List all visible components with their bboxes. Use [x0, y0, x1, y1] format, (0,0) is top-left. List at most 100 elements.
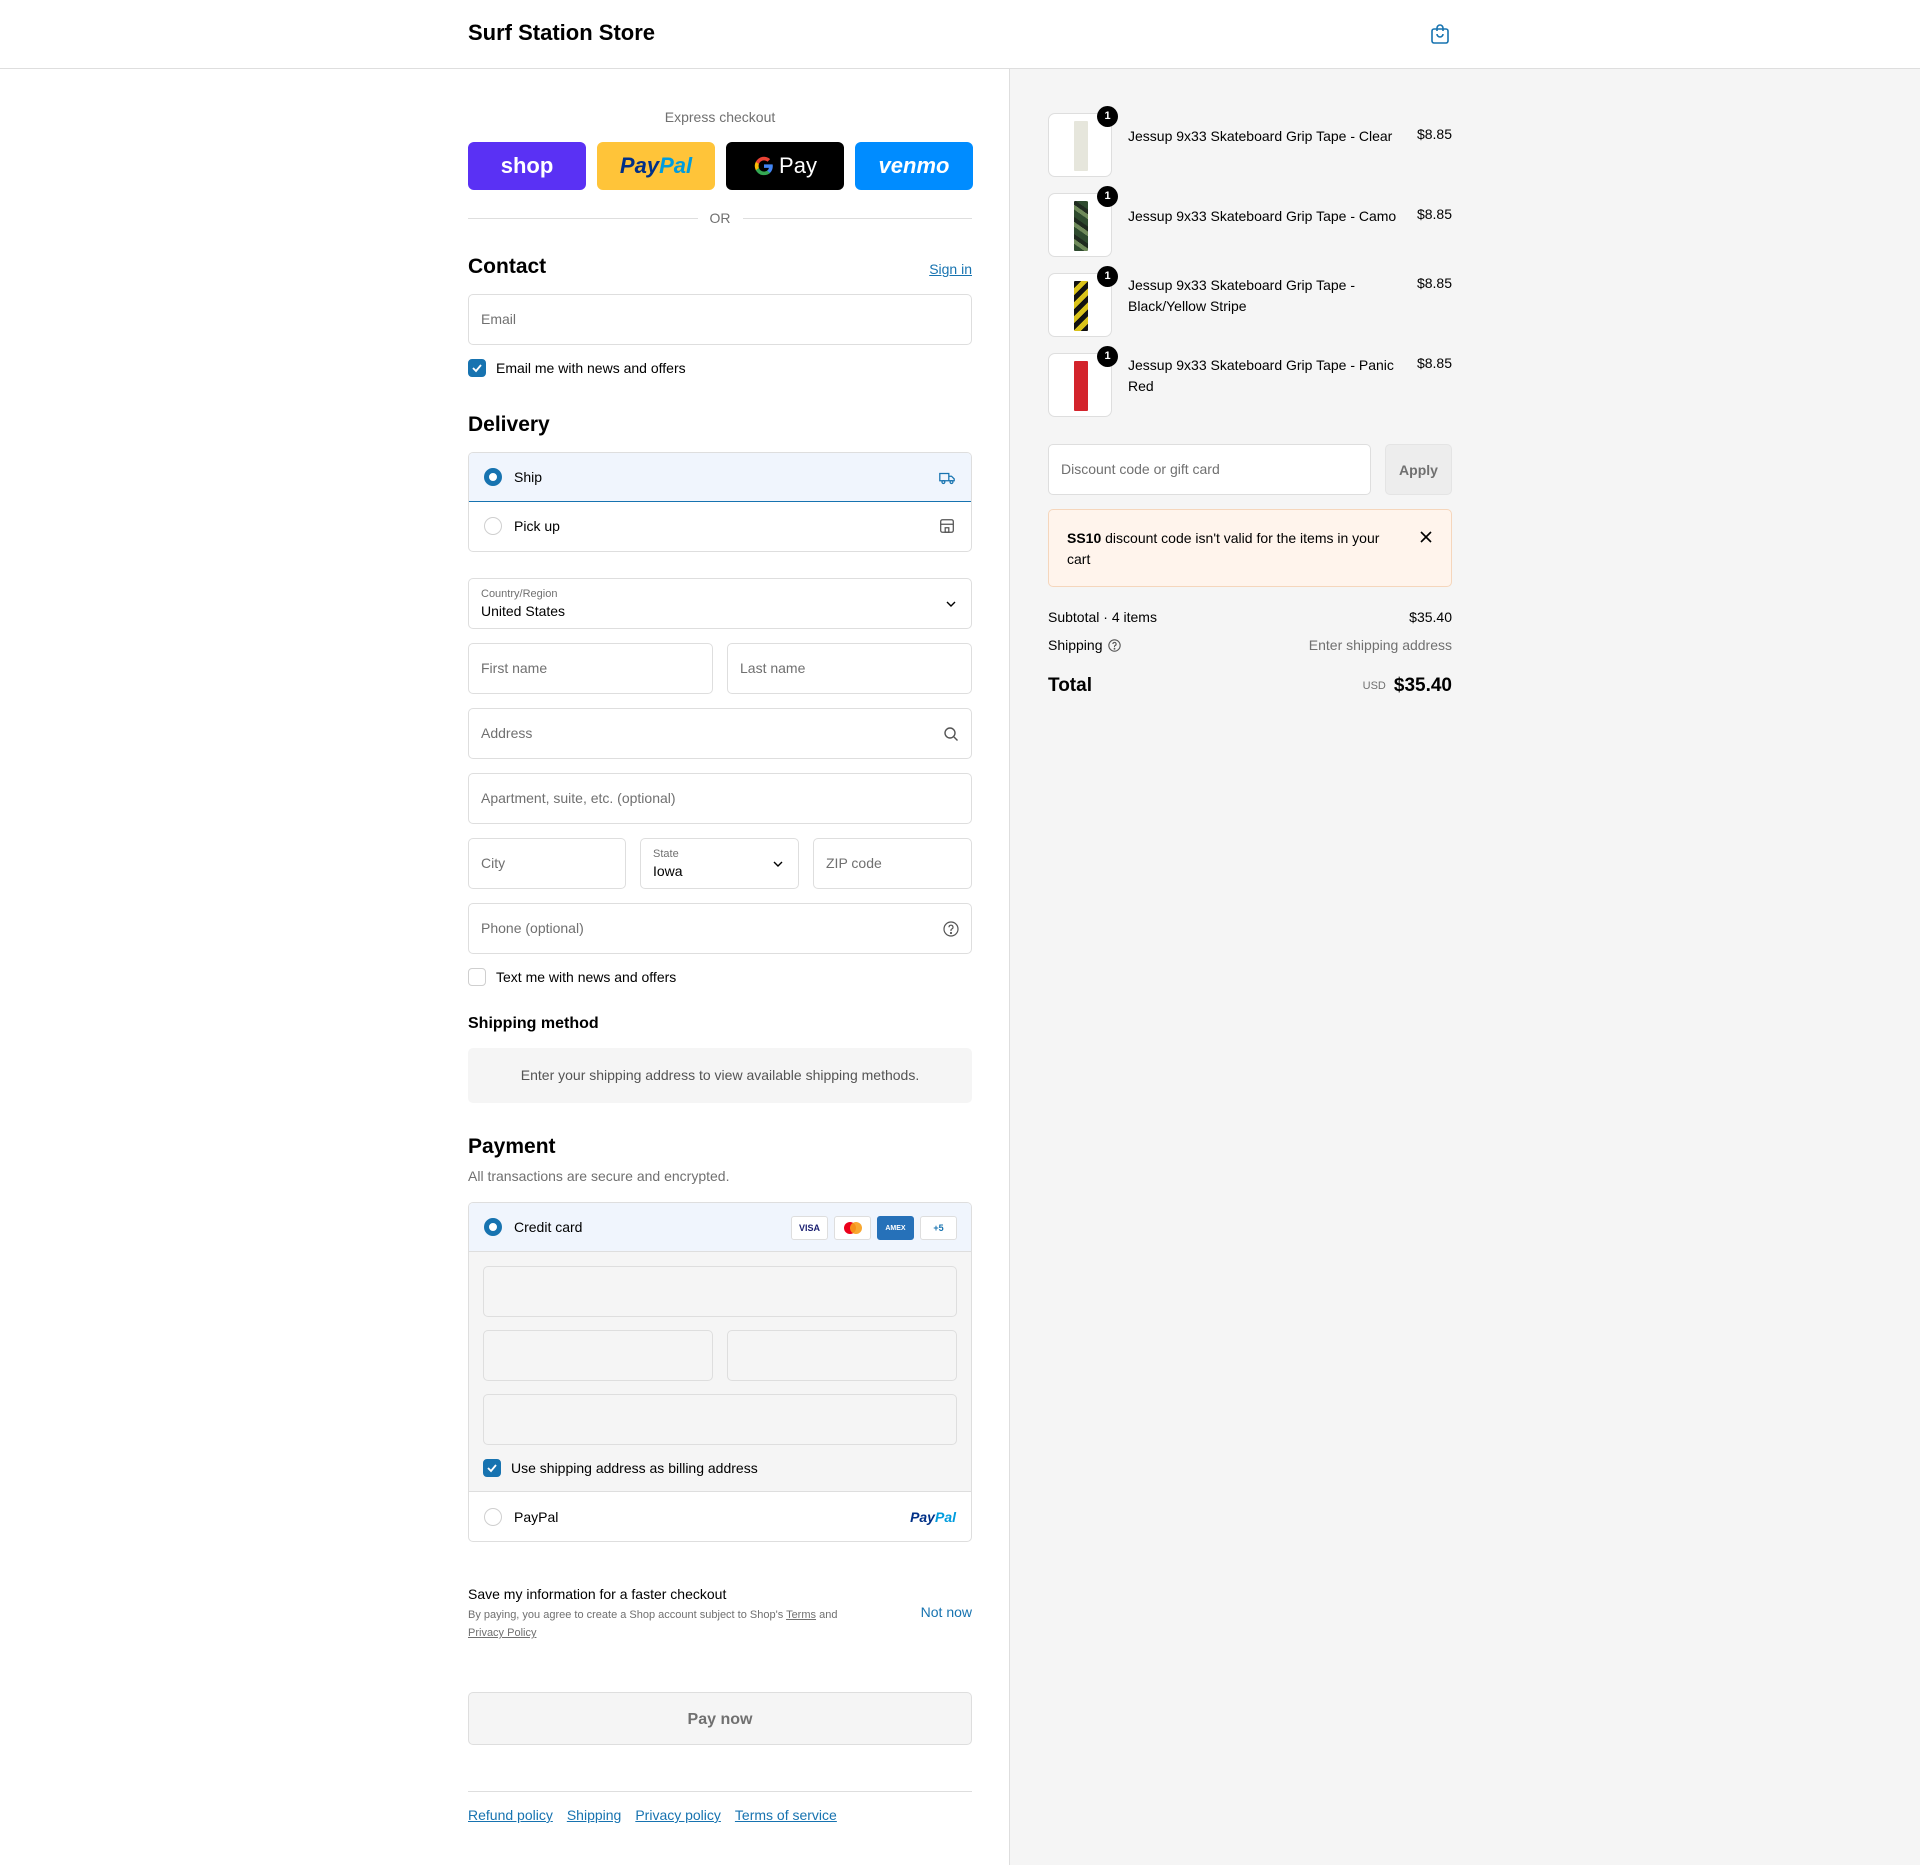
text-news-checkbox-row[interactable]: Text me with news and offers — [468, 968, 676, 986]
shop-terms-link[interactable]: Terms — [786, 1609, 816, 1621]
shipping-label: Shipping — [1048, 637, 1103, 653]
privacy-policy-link[interactable]: Privacy policy — [635, 1807, 721, 1823]
paypal-logo-pay: Pay — [619, 153, 660, 178]
discount-code-field[interactable]: Discount code or gift card — [1048, 444, 1371, 495]
product-name: Jessup 9x33 Skateboard Grip Tape - Clear — [1128, 128, 1393, 144]
apartment-field[interactable]: Apartment, suite, etc. (optional) — [468, 773, 972, 824]
credit-card-option[interactable]: Credit card VISA AMEX +5 — [469, 1203, 971, 1252]
city-field[interactable]: City — [468, 838, 626, 889]
state-label: State — [653, 848, 679, 860]
discount-placeholder: Discount code or gift card — [1061, 461, 1220, 477]
grip-tape-image — [1074, 201, 1088, 251]
close-icon[interactable] — [1419, 530, 1433, 544]
save-info-title: Save my information for a faster checkou… — [468, 1586, 727, 1602]
express-checkout-label: Express checkout — [664, 109, 776, 125]
last-name-field[interactable]: Last name — [727, 643, 972, 694]
google-g-icon — [754, 156, 773, 176]
credit-card-label: Credit card — [514, 1219, 583, 1235]
pay-now-button[interactable]: Pay now — [468, 1692, 972, 1745]
amex-icon: AMEX — [877, 1216, 914, 1240]
shop-privacy-link[interactable]: Privacy Policy — [468, 1627, 536, 1639]
ship-radio[interactable] — [484, 468, 502, 486]
paypal-logo-pal: Pal — [934, 1509, 956, 1525]
checkmark-icon — [487, 1464, 497, 1473]
text-news-label: Text me with news and offers — [496, 969, 677, 985]
pickup-radio[interactable] — [484, 517, 502, 535]
shipping-method-title: Shipping method — [468, 1015, 599, 1032]
not-now-link[interactable]: Not now — [921, 1604, 972, 1620]
total-row: Total USD $35.40 — [1048, 675, 1452, 697]
text-news-checkbox[interactable] — [468, 968, 486, 986]
city-placeholder: City — [481, 855, 506, 871]
shipping-method-info: Enter your shipping address to view avai… — [468, 1048, 972, 1103]
discount-code: SS10 — [1067, 530, 1102, 546]
first-name-field[interactable]: First name — [468, 643, 713, 694]
billing-address-label: Use shipping address as billing address — [511, 1460, 758, 1476]
billing-address-checkbox[interactable] — [483, 1459, 501, 1477]
alert-message: SS10 discount code isn't valid for the i… — [1067, 528, 1397, 570]
country-label: Country/Region — [481, 588, 558, 600]
pickup-option[interactable]: Pick up — [469, 501, 971, 551]
help-circle-icon[interactable] — [943, 921, 959, 937]
ship-option[interactable]: Ship — [469, 453, 971, 502]
more-cards-badge[interactable]: +5 — [920, 1216, 957, 1240]
shop-pay-button[interactable]: shop — [468, 142, 586, 190]
chevron-down-icon — [773, 861, 783, 867]
address-field[interactable]: Address — [468, 708, 972, 759]
phone-field[interactable]: Phone (optional) — [468, 903, 972, 954]
apply-discount-button[interactable]: Apply — [1385, 444, 1452, 495]
terms-of-service-link[interactable]: Terms of service — [735, 1807, 837, 1823]
zip-placeholder: ZIP code — [826, 855, 882, 871]
payment-subtitle: All transactions are secure and encrypte… — [468, 1168, 730, 1184]
quantity-badge: 1 — [1097, 266, 1118, 287]
search-icon — [944, 727, 958, 741]
product-name: Jessup 9x33 Skateboard Grip Tape - Black… — [1128, 277, 1355, 314]
email-news-checkbox[interactable] — [468, 359, 486, 377]
save-info-legal: By paying, you agree to create a Shop ac… — [468, 1606, 888, 1642]
ship-label: Ship — [514, 469, 543, 485]
expiry-field[interactable] — [483, 1330, 713, 1381]
product-name: Jessup 9x33 Skateboard Grip Tape - Panic… — [1128, 357, 1394, 394]
billing-address-checkbox-row[interactable]: Use shipping address as billing address — [483, 1459, 957, 1477]
first-name-placeholder: First name — [481, 660, 548, 676]
paypal-radio[interactable] — [484, 1507, 502, 1526]
paypal-button[interactable]: PayPal — [597, 142, 715, 190]
paypal-logo: PayPal — [620, 153, 692, 179]
email-field[interactable]: Email — [468, 294, 972, 345]
apartment-placeholder: Apartment, suite, etc. (optional) — [481, 790, 676, 806]
shipping-policy-link[interactable]: Shipping — [567, 1807, 622, 1823]
total-label: Total — [1048, 675, 1092, 696]
credit-card-radio[interactable] — [484, 1218, 502, 1236]
venmo-button[interactable]: venmo — [855, 142, 973, 190]
checkmark-icon — [472, 364, 482, 373]
store-title[interactable]: Surf Station Store — [468, 20, 655, 46]
cart-bag-icon[interactable] — [1428, 22, 1452, 46]
subtotal-value: $35.40 — [1409, 609, 1452, 625]
country-value: United States — [481, 603, 566, 619]
paypal-logo-pay: Pay — [910, 1509, 935, 1525]
security-code-field[interactable] — [727, 1330, 957, 1381]
google-pay-button[interactable]: Pay — [726, 142, 844, 190]
sign-in-link[interactable]: Sign in — [929, 261, 972, 277]
card-number-field[interactable] — [483, 1266, 957, 1317]
zip-field[interactable]: ZIP code — [813, 838, 972, 889]
state-value: Iowa — [653, 863, 683, 879]
email-placeholder: Email — [481, 311, 517, 327]
name-on-card-field[interactable] — [483, 1394, 957, 1445]
subtotal-label: Subtotal · 4 items — [1048, 609, 1157, 625]
phone-placeholder: Phone (optional) — [481, 920, 584, 936]
address-placeholder: Address — [481, 725, 533, 741]
truck-icon — [939, 472, 955, 485]
express-buttons: shop PayPal Pay venmo — [468, 142, 973, 190]
help-circle-icon[interactable] — [1107, 638, 1121, 652]
email-news-checkbox-row[interactable]: Email me with news and offers — [468, 359, 686, 377]
paypal-option[interactable]: PayPal PayPal — [469, 1491, 971, 1541]
mastercard-icon — [834, 1216, 871, 1240]
product-price: $8.85 — [1416, 355, 1452, 371]
shipping-value: Enter shipping address — [1308, 637, 1452, 653]
refund-policy-link[interactable]: Refund policy — [468, 1807, 553, 1823]
state-select[interactable]: State Iowa — [640, 838, 799, 889]
cart-item: 1 Jessup 9x33 Skateboard Grip Tape - Cam… — [1048, 186, 1452, 259]
or-label: OR — [709, 210, 731, 226]
country-select[interactable]: Country/Region United States — [468, 578, 972, 629]
